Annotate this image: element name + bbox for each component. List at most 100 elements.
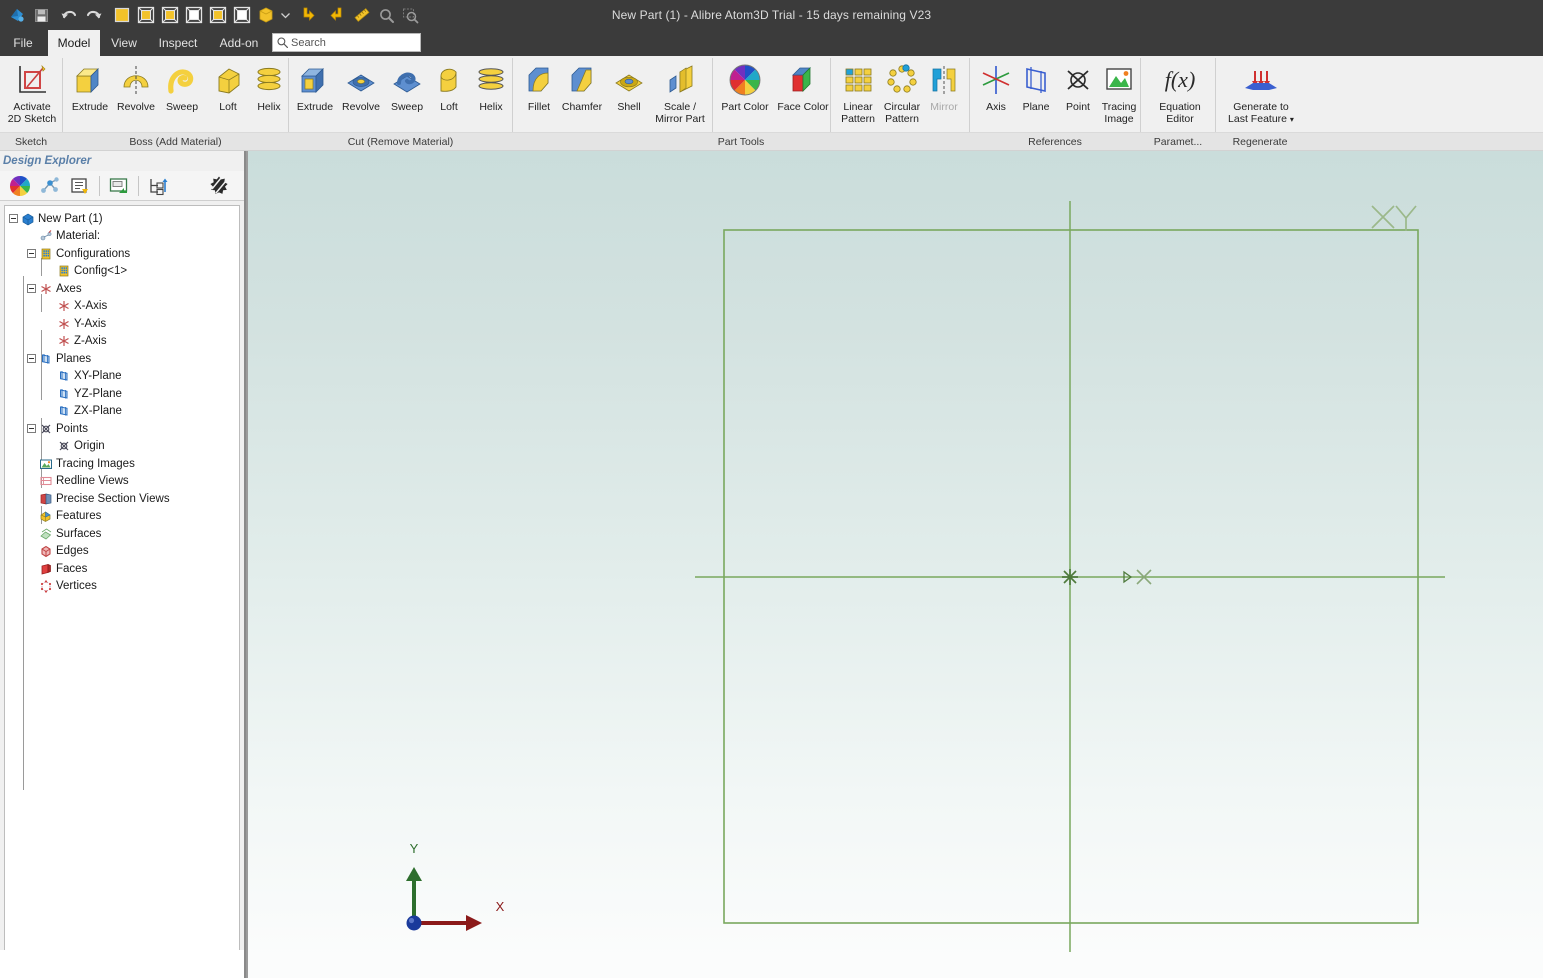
tree-node-zx-plane[interactable]: ZX-Plane [5,403,239,421]
settings-gear-icon[interactable] [204,173,234,199]
tree-node-points[interactable]: Points [5,420,239,438]
fit-top-left-icon[interactable] [299,4,321,26]
relations-icon[interactable] [35,173,65,199]
dropdown-caret-icon[interactable]: ▾ [1290,115,1294,124]
tab-model[interactable]: Model [48,30,100,56]
redo-icon[interactable] [82,4,104,26]
tree-node-z-axis[interactable]: Z-Axis [5,333,239,351]
view-shaded-icon[interactable] [111,4,133,26]
fillet-icon [520,60,558,100]
chamfer-button[interactable]: Chamfer [556,58,608,130]
tree-node-config-1[interactable]: Config<1> [5,263,239,281]
view-hidden-line-icon[interactable] [183,4,205,26]
view-wireframe-icon[interactable] [135,4,157,26]
tree-node-surfaces[interactable]: Surfaces [5,525,239,543]
tree-node-axes[interactable]: Axes [5,280,239,298]
app-logo-icon[interactable] [6,4,28,26]
cut-helix-button[interactable]: Helix [465,58,517,130]
chevron-down-icon[interactable] [279,4,292,26]
view-wire-box-icon[interactable] [231,4,253,26]
group-label-boss: Boss (Add Material) [129,136,222,148]
tree-node-vertices[interactable]: Vertices [5,578,239,596]
tree-expander-icon[interactable] [9,214,18,224]
boss-sweep-label: Sweep [165,101,199,113]
tree-node-y-axis[interactable]: Y-Axis [5,315,239,333]
tree-node-label: Y-Axis [74,317,107,330]
cut-revolve-button[interactable]: Revolve [335,58,387,130]
shell-icon [610,60,648,100]
cut-extrude-button[interactable]: Extrude [289,58,341,130]
tab-inspect[interactable]: Inspect [150,30,206,56]
tree-node-x-axis[interactable]: X-Axis [5,298,239,316]
view-shaded-edges-icon[interactable] [159,4,181,26]
fit-top-right-icon[interactable] [323,4,345,26]
equation-editor-button[interactable]: f(x) Equation Editor [1145,58,1215,130]
view-current-icon[interactable] [255,4,277,26]
boss-revolve-button[interactable]: Revolve [110,58,162,130]
boss-sweep-icon [163,60,201,100]
undo-icon[interactable] [58,4,80,26]
plane-icon [56,404,71,419]
face-color-button[interactable]: Face Color [768,58,838,130]
tree-node-planes[interactable]: Planes [5,350,239,368]
tree-node-edges[interactable]: Edges [5,543,239,561]
design-explorer-toolbar[interactable] [0,171,244,201]
save-icon[interactable] [30,4,52,26]
collapse-tree-icon[interactable] [143,173,173,199]
tracing-image-button[interactable]: Tracing Image [1093,58,1145,130]
design-explorer-tree[interactable]: New Part (1) Material: Configurations Confi… [4,205,240,975]
properties-icon[interactable] [65,173,95,199]
3d-viewport[interactable]: Y X [248,151,1543,957]
tree-expander-icon[interactable] [27,249,36,259]
search-box[interactable] [272,33,421,52]
tab-file[interactable]: File [4,30,42,56]
tree-expander-icon[interactable] [27,424,36,434]
scale-mirror-part-button[interactable]: Scale / Mirror Part [645,58,715,130]
toolbar-divider-2 [138,175,139,196]
tree-node-label: ZX-Plane [74,405,122,418]
activate-2d-sketch-button[interactable]: Activate 2D Sketch [3,58,61,130]
axes-icon [38,281,53,296]
tree-node-features[interactable]: Features [5,508,239,526]
color-wheel-icon[interactable] [5,173,35,199]
tree-node-xy-plane[interactable]: XY-Plane [5,368,239,386]
mirror-button[interactable]: Mirror [918,58,970,130]
search-icon [276,36,289,49]
tree-node-label: Vertices [56,580,97,593]
measure-icon[interactable] [351,4,373,26]
generate-to-last-feature-button[interactable]: Generate to Last Feature ▾ [1217,58,1305,130]
boss-sweep-button[interactable]: Sweep [156,58,208,130]
boss-revolve-icon [117,60,155,100]
tree-node-origin[interactable]: Origin [5,438,239,456]
group-label-cut: Cut (Remove Material) [347,136,454,148]
ribbon-tab-strip[interactable]: File Model View Inspect Add-on [0,30,1543,56]
export-note-icon[interactable] [104,173,134,199]
quick-access-toolbar[interactable] [4,0,421,30]
tree-node-new-part-1[interactable]: New Part (1) [5,210,239,228]
tree-node-material[interactable]: Material: [5,228,239,246]
tree-node-faces[interactable]: Faces [5,560,239,578]
tree-node-yz-plane[interactable]: YZ-Plane [5,385,239,403]
search-input[interactable] [289,36,414,49]
tree-node-precise-section-views[interactable]: Precise Section Views [5,490,239,508]
tree-expander-icon[interactable] [27,354,36,364]
tree-node-tracing-images[interactable]: Tracing Images [5,455,239,473]
tree-node-label: Precise Section Views [56,492,170,505]
features-icon [38,509,53,524]
faces-icon [38,561,53,576]
zoom-icon[interactable] [375,4,397,26]
tree-node-configurations[interactable]: Configurations [5,245,239,263]
tree-node-redline-views[interactable]: Redline Views [5,473,239,491]
tree-node-label: Faces [56,562,88,575]
tree-expander-icon[interactable] [27,284,36,294]
zoom-window-icon[interactable] [399,4,421,26]
mirror-icon [926,60,962,100]
boss-extrude-button[interactable]: Extrude [64,58,116,130]
tab-view[interactable]: View [103,30,145,56]
tracing-image-icon [1101,60,1137,100]
view-hlr-icon[interactable] [207,4,229,26]
tab-addon[interactable]: Add-on [212,30,266,56]
